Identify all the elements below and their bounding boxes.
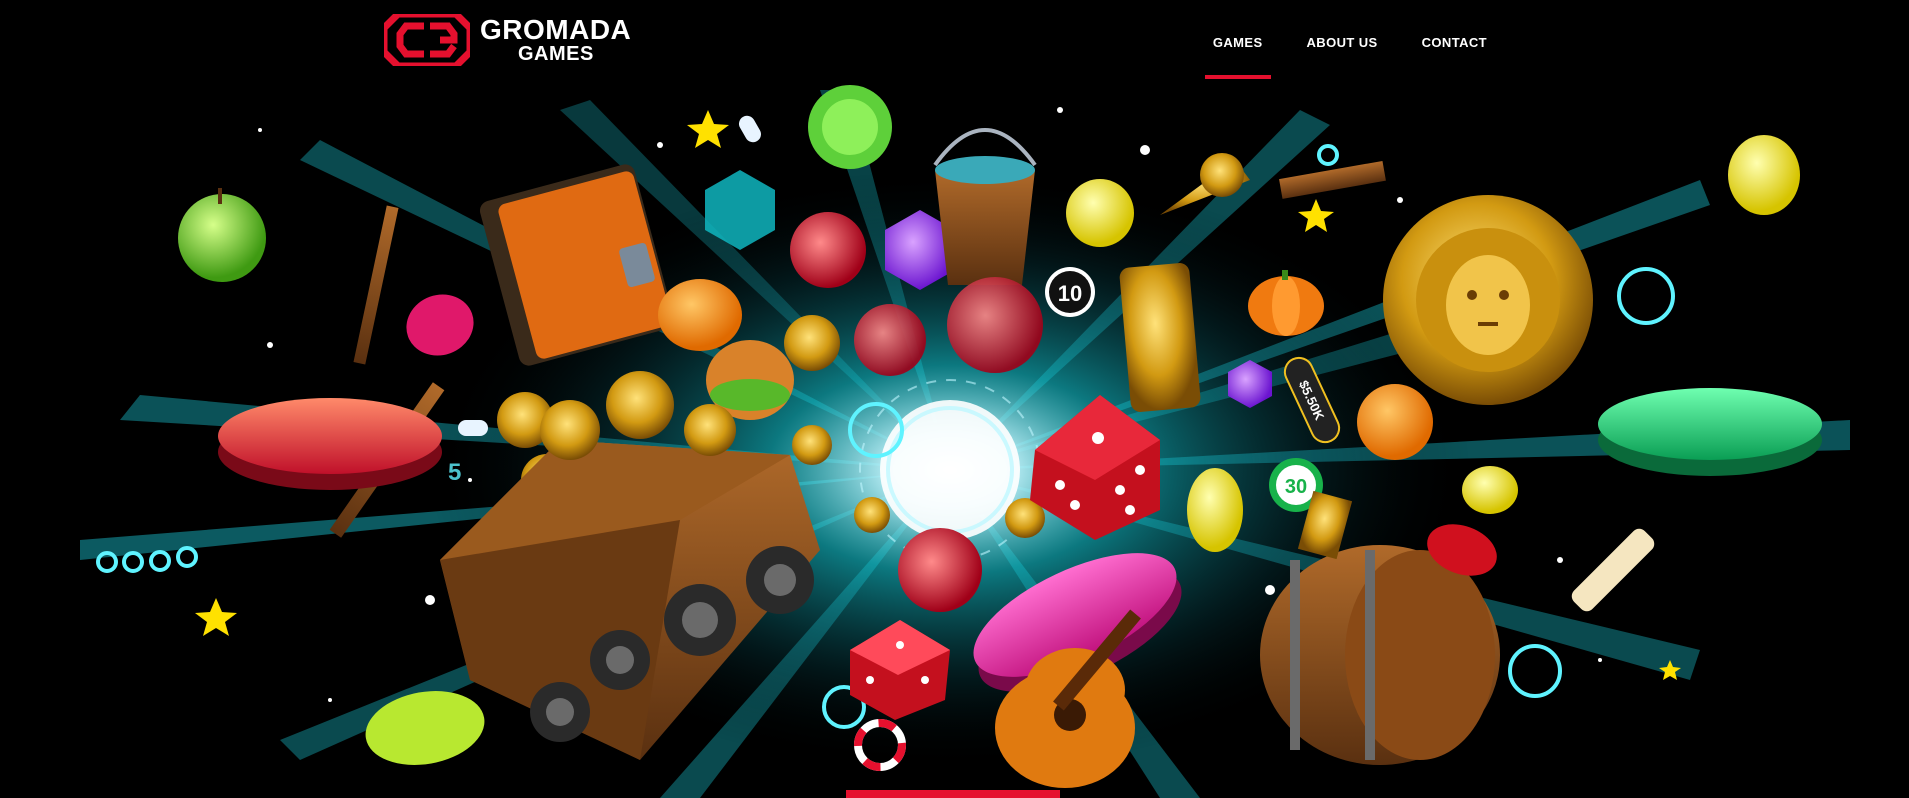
floating-number: 5 <box>448 459 461 486</box>
hero-banner: 10 $5.50K 30 5 <box>0 0 1909 798</box>
green-poker-chip <box>1598 388 1822 476</box>
nav-item-about-us[interactable]: ABOUT US <box>1285 0 1400 80</box>
site-header: GROMADA GAMES GAMES ABOUT US CONTACT <box>0 0 1909 90</box>
red-poker-chip <box>218 398 442 490</box>
green-chip-label: 30 <box>1285 476 1307 498</box>
apple <box>178 188 266 282</box>
lemon <box>1728 135 1800 215</box>
ten-sign-label: 10 <box>1058 281 1082 306</box>
nav-item-games[interactable]: GAMES <box>1191 0 1285 80</box>
scroll-indicator-bar <box>846 790 1060 798</box>
gromada-logo-icon <box>384 14 470 66</box>
page: 10 $5.50K 30 5 GROMADA GAMES GAMES ABOUT… <box>0 0 1909 798</box>
aztec-gold-coin <box>1383 195 1593 405</box>
barrel <box>1260 545 1500 765</box>
logo-name-line1: GROMADA <box>480 14 632 45</box>
logo-text: GROMADA GAMES <box>480 14 632 65</box>
bucket <box>933 128 1037 285</box>
ten-sign: 10 <box>1045 267 1095 317</box>
logo-name-line2: GAMES <box>518 43 594 65</box>
hero-illustration: 10 $5.50K 30 5 <box>80 85 1850 798</box>
gromada-logo[interactable]: GROMADA GAMES <box>384 14 634 66</box>
nav-item-contact[interactable]: CONTACT <box>1400 0 1509 80</box>
main-nav: GAMES ABOUT US CONTACT <box>1191 0 1509 82</box>
